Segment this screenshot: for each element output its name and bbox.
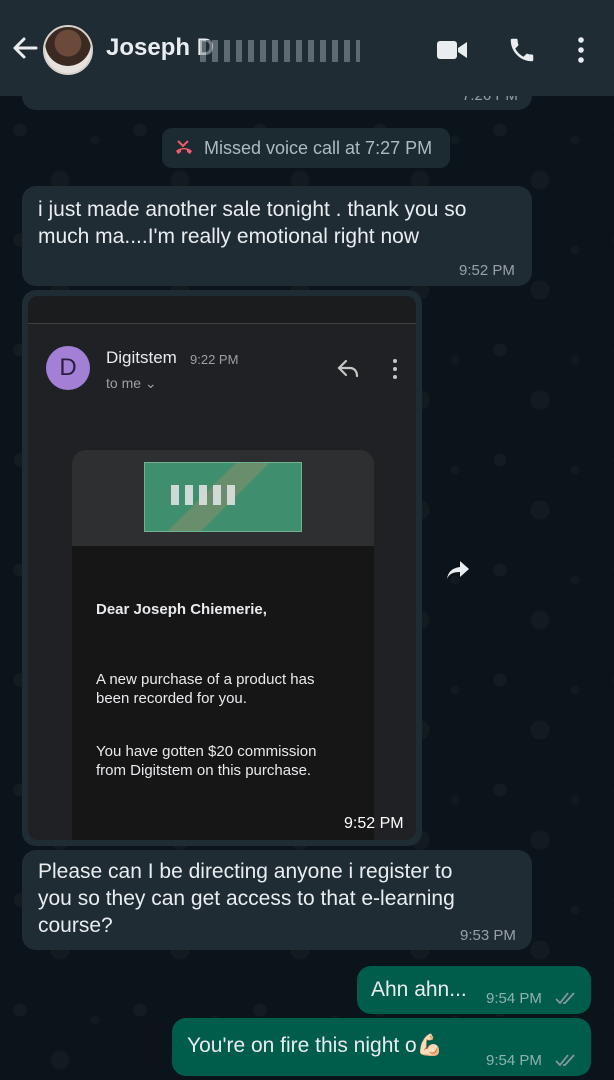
incoming-message-bubble[interactable]: i just made another sale tonight . thank… [22,186,532,286]
sender-name: Digitstem [106,348,177,367]
message-time: 9:52 PM [459,262,515,279]
outgoing-message-bubble[interactable]: You're on fire this night o💪🏻 9:54 PM [172,1018,591,1076]
sender-time: 9:22 PM [190,352,239,367]
more-vert-icon[interactable] [575,35,587,65]
message-time: 9:53 PM [460,927,516,944]
message-time: 9:54 PM [486,990,542,1007]
email-text-line: You have gotten $20 commission [96,743,317,760]
image-message-bubble[interactable]: D Digitstem 9:22 PM to me ⌄ Dear Joseph … [22,290,422,846]
recipient-label: to me ⌄ [106,375,157,391]
email-text-line: A new purchase of a product has [96,671,315,688]
incoming-message-bubble[interactable]: Please can I be directing anyone i regis… [22,850,532,950]
message-text-line: i just made another sale tonight . thank… [38,198,467,221]
email-body-card: Dear Joseph Chiemerie, A new purchase of… [72,450,374,840]
email-greeting: Dear Joseph Chiemerie, [96,601,267,618]
read-ticks-icon [555,992,575,1005]
message-text-line: course? [38,914,113,937]
more-vert-icon [393,359,397,379]
email-text-line: from Digitstem on this purchase. [96,762,312,779]
email-toolbar [28,296,416,324]
read-ticks-icon [555,1054,575,1067]
contact-avatar[interactable] [43,25,93,75]
redacted-name [200,40,360,62]
back-arrow-icon[interactable] [10,33,40,63]
email-screenshot[interactable]: D Digitstem 9:22 PM to me ⌄ Dear Joseph … [28,296,416,840]
redacted-logo [171,485,241,505]
missed-call-notice[interactable]: Missed voice call at 7:27 PM [162,128,450,168]
email-banner-image [144,462,302,532]
message-text-line: Please can I be directing anyone i regis… [38,860,453,883]
video-call-icon[interactable] [436,38,468,62]
message-text: You're on fire this night o💪🏻 [187,1034,443,1057]
sender-avatar: D [46,346,90,390]
chat-header: Joseph D [0,0,614,96]
message-text-line: much ma....I'm really emotional right no… [38,225,419,248]
email-text-line: been recorded for you. [96,690,247,707]
email-banner-area [72,450,374,546]
forward-icon[interactable] [446,560,470,580]
message-time: 9:52 PM [344,815,404,832]
message-text: Ahn ahn... [371,978,467,1001]
missed-call-text: Missed voice call at 7:27 PM [204,138,433,158]
outgoing-message-bubble[interactable]: Ahn ahn... 9:54 PM [357,966,591,1014]
phone-icon[interactable] [507,35,537,65]
missed-call-icon [176,140,192,154]
message-text-line: you so they can get access to that e-lea… [38,887,455,910]
contact-name[interactable]: Joseph D [106,34,214,62]
reply-icon [337,359,359,378]
message-time: 9:54 PM [486,1052,542,1069]
